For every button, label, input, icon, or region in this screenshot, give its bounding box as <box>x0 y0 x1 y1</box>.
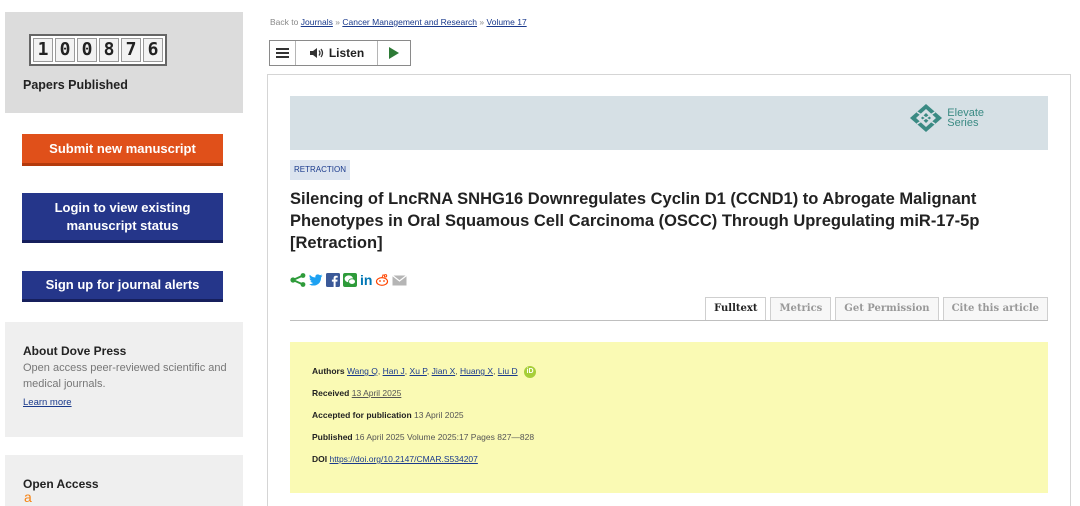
elevate-banner: Elevate Series <box>290 96 1048 150</box>
accepted-label: Accepted for publication <box>312 410 412 420</box>
accepted-row: Accepted for publication 13 April 2025 <box>312 408 1048 430</box>
authors-label: Authors <box>312 366 345 376</box>
email-icon[interactable] <box>392 274 408 286</box>
author-link[interactable]: Huang X <box>460 366 493 376</box>
open-access-panel: Open Access a <box>5 455 243 506</box>
tabs-divider <box>290 320 1048 321</box>
doi-row: DOI https://doi.org/10.2147/CMAR.S534207 <box>312 452 1048 474</box>
doi-label: DOI <box>312 454 328 464</box>
article-metadata-box: Authors Wang Q, Han J, Xu P, Jian X, Hua… <box>290 342 1048 493</box>
breadcrumb-journal-name[interactable]: Cancer Management and Research <box>342 17 477 27</box>
doi-link[interactable]: https://doi.org/10.2147/CMAR.S534207 <box>330 454 478 464</box>
about-text: Open access peer-reviewed scientific and… <box>23 362 227 390</box>
author-link[interactable]: Han J <box>383 366 405 376</box>
listen-label: Listen <box>328 46 365 60</box>
tab-metrics[interactable]: Metrics <box>770 297 832 321</box>
published-info: 16 April 2025 Volume 2025:17 Pages 827—8… <box>355 432 535 442</box>
article-tabs: Fulltext Metrics Get Permission Cite thi… <box>705 297 1048 321</box>
menu-icon <box>276 48 289 58</box>
published-label: Published <box>312 432 353 442</box>
play-icon <box>389 47 399 59</box>
about-title: About Dove Press <box>23 344 127 358</box>
about-dove-press-panel: About Dove Press Open access peer-review… <box>5 322 243 437</box>
wechat-icon[interactable] <box>343 273 357 287</box>
elevate-diamond-icon <box>910 104 943 132</box>
elevate-brand-line2: Series <box>947 117 979 129</box>
breadcrumb-separator: » <box>335 17 340 27</box>
share-bar: in <box>290 273 408 287</box>
author-link[interactable]: Wang Q <box>347 366 378 376</box>
submit-manuscript-button[interactable]: Submit new manuscript <box>22 134 223 166</box>
breadcrumb-prefix: Back to <box>270 17 299 27</box>
breadcrumb-separator: » <box>479 17 485 27</box>
listen-player: Listen <box>269 40 411 66</box>
breadcrumb-volume[interactable]: Volume 17 <box>487 17 527 27</box>
counter-digit: 7 <box>121 38 141 62</box>
received-row: Received 13 April 2025 <box>312 386 1048 408</box>
counter-digit: 0 <box>55 38 75 62</box>
author-link[interactable]: Jian X <box>432 366 456 376</box>
share-icon[interactable] <box>290 273 306 287</box>
article-type-tag: RETRACTION <box>290 160 350 180</box>
open-access-lock-icon: a <box>24 489 32 505</box>
received-date: 13 April 2025 <box>351 388 402 398</box>
open-access-title: Open Access <box>23 477 99 491</box>
breadcrumb: Back to Journals » Cancer Management and… <box>270 17 527 27</box>
author-link[interactable]: Xu P <box>410 366 427 376</box>
facebook-icon[interactable] <box>326 273 340 287</box>
accepted-date: 13 April 2025 <box>414 410 464 420</box>
orcid-icon[interactable]: iD <box>524 365 537 378</box>
play-button[interactable] <box>378 41 410 65</box>
article-title: Silencing of LncRNA SNHG16 Downregulates… <box>290 190 980 252</box>
published-row: Published 16 April 2025 Volume 2025:17 P… <box>312 430 1048 452</box>
speaker-icon <box>309 48 323 58</box>
tab-fulltext[interactable]: Fulltext <box>705 297 767 321</box>
papers-counter: 1 0 0 8 7 6 <box>29 34 167 66</box>
counter-label: Papers Published <box>23 78 128 92</box>
twitter-icon[interactable] <box>309 274 323 286</box>
journal-alerts-button[interactable]: Sign up for journal alerts <box>22 271 223 302</box>
authors-row: Authors Wang Q, Han J, Xu P, Jian X, Hua… <box>312 364 1048 386</box>
breadcrumb-journals[interactable]: Journals <box>301 17 333 27</box>
tab-get-permission[interactable]: Get Permission <box>835 297 939 321</box>
author-link[interactable]: Liu D <box>498 366 518 376</box>
linkedin-icon[interactable]: in <box>360 273 372 287</box>
counter-digit: 8 <box>99 38 119 62</box>
papers-counter-panel: 1 0 0 8 7 6 Papers Published <box>5 12 243 113</box>
reddit-icon[interactable] <box>375 274 389 286</box>
player-menu-button[interactable] <box>270 41 296 65</box>
tab-cite-article[interactable]: Cite this article <box>942 297 1048 321</box>
counter-digit: 1 <box>33 38 53 62</box>
learn-more-link[interactable]: Learn more <box>23 397 72 408</box>
elevate-logo: Elevate Series <box>909 103 984 133</box>
counter-digit: 0 <box>77 38 97 62</box>
listen-button[interactable]: Listen <box>296 41 378 65</box>
received-label: Received <box>312 388 350 398</box>
counter-digit: 6 <box>143 38 163 62</box>
login-manuscript-status-button[interactable]: Login to view existing manuscript status <box>22 193 223 243</box>
